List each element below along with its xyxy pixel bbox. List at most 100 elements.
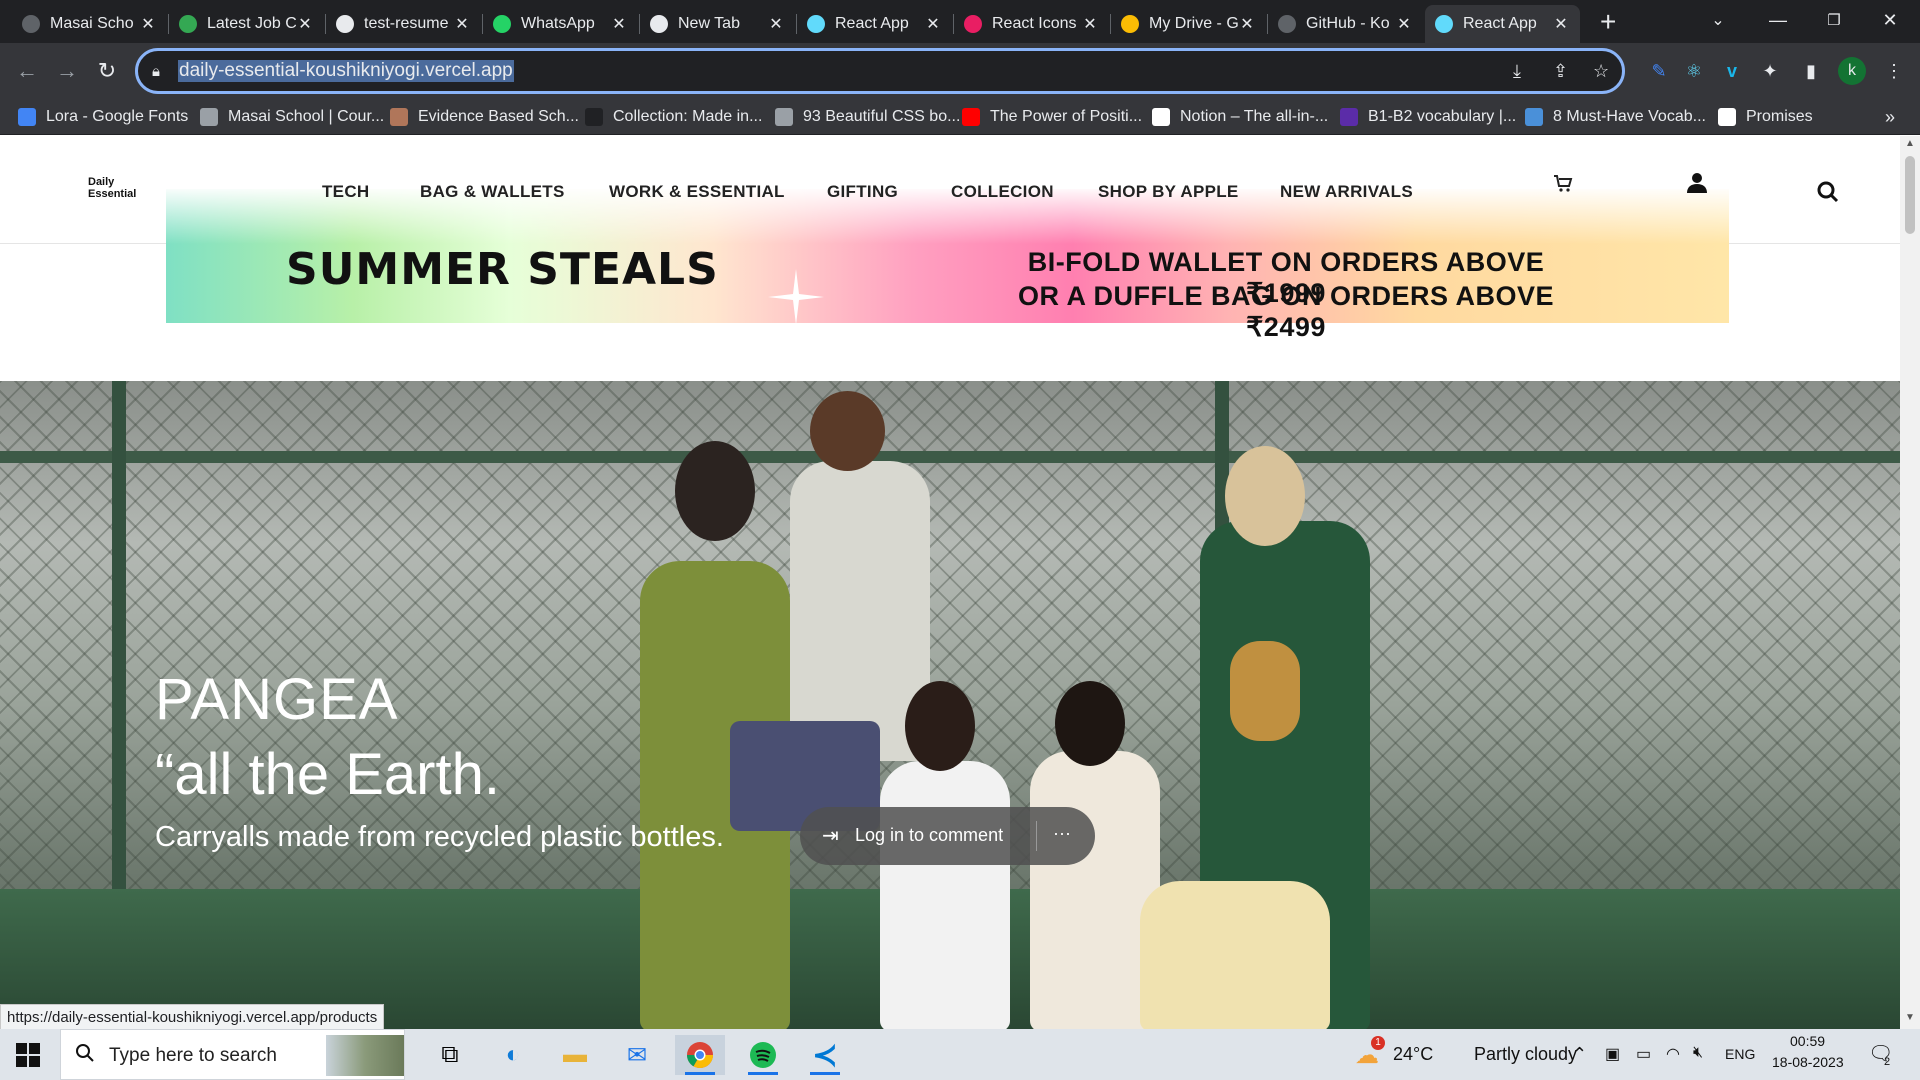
browser-tab[interactable]: React Icons ✕ [954, 5, 1109, 43]
tray-chevron-icon[interactable]: ⌃ [1572, 1044, 1587, 1065]
tray-device-icon[interactable]: ▣ [1605, 1044, 1620, 1064]
extension-pen-icon[interactable]: ✎ [1645, 57, 1673, 85]
hero-figure-head [810, 391, 885, 471]
bookmark-label: Collection: Made in... [613, 108, 763, 125]
tab-close-icon[interactable]: ✕ [1395, 14, 1413, 34]
volume-muted-icon[interactable]: 🔇︎ [1693, 1044, 1703, 1062]
tab-search-button[interactable]: ⌄ [1690, 0, 1746, 40]
browser-tab[interactable]: New Tab ✕ [640, 5, 795, 43]
bookmark-item[interactable]: The Power of Positi... [962, 105, 1142, 129]
browser-tab[interactable]: WhatsApp ✕ [483, 5, 638, 43]
nav-link[interactable]: BAG & WALLETS [420, 182, 565, 202]
taskbar-search-box[interactable]: Type here to search [60, 1029, 405, 1080]
nav-link[interactable]: WORK & ESSENTIAL [609, 182, 785, 202]
browser-tab[interactable]: Latest Job C ✕ [169, 5, 324, 43]
nav-link[interactable]: NEW ARRIVALS [1280, 182, 1413, 202]
spotify-icon[interactable] [738, 1035, 788, 1075]
wifi-icon[interactable]: ◠ [1666, 1044, 1680, 1064]
maximize-button[interactable]: ❐ [1806, 0, 1862, 40]
nav-link[interactable]: GIFTING [827, 182, 898, 202]
browser-tab[interactable]: Masai Scho ✕ [12, 5, 167, 43]
bookmark-item[interactable]: 93 Beautiful CSS bo... [775, 105, 960, 129]
bookmarks-overflow-button[interactable]: » [1885, 105, 1895, 129]
profile-avatar[interactable]: k [1838, 57, 1866, 85]
extensions-puzzle-icon[interactable]: ✦ [1756, 57, 1784, 85]
browser-tab[interactable]: My Drive - G ✕ [1111, 5, 1266, 43]
scroll-down-arrow[interactable]: ▼ [1905, 1012, 1915, 1023]
mail-icon[interactable]: ✉ [612, 1035, 662, 1075]
battery-icon[interactable]: ▭ [1636, 1044, 1651, 1064]
tab-close-icon[interactable]: ✕ [1238, 14, 1256, 34]
browser-tab[interactable]: test-resume ✕ [326, 5, 481, 43]
extension-react-icon[interactable]: ⚛ [1680, 57, 1708, 85]
scroll-up-arrow[interactable]: ▲ [1905, 138, 1915, 149]
url-text[interactable]: daily-essential-koushikniyogi.vercel.app [178, 60, 514, 82]
bookmark-item[interactable]: Evidence Based Sch... [390, 105, 579, 129]
hero-title: PANGEA [155, 667, 399, 732]
tab-close-icon[interactable]: ✕ [924, 14, 942, 34]
tab-label: React App [835, 15, 909, 32]
side-panel-icon[interactable]: ▮ [1797, 57, 1825, 85]
tab-close-icon[interactable]: ✕ [767, 14, 785, 34]
menu-kebab-icon[interactable]: ⋮ [1880, 57, 1908, 85]
tab-close-icon[interactable]: ✕ [1552, 14, 1570, 34]
address-bar[interactable]: 🔒︎ daily-essential-koushikniyogi.vercel.… [135, 48, 1625, 94]
browser-tab[interactable]: React App ✕ [797, 5, 952, 43]
bookmark-star-icon[interactable]: ☆ [1593, 61, 1609, 82]
promo-banner[interactable]: SUMMER STEALS BI-FOLD WALLET ON ORDERS A… [166, 189, 1729, 342]
tab-favicon-icon [493, 15, 511, 33]
hero-bag [1230, 641, 1300, 741]
bookmark-favicon-icon [775, 108, 793, 126]
more-options-button[interactable]: ··· [1053, 823, 1071, 844]
bookmark-favicon-icon [1152, 108, 1170, 126]
bookmark-item[interactable]: 8 Must-Have Vocab... [1525, 105, 1706, 129]
page-scrollbar[interactable]: ▲ ▼ [1900, 136, 1920, 1029]
scroll-thumb[interactable] [1905, 156, 1915, 234]
browser-tab[interactable]: GitHub - Ko ✕ [1268, 5, 1423, 43]
edge-icon[interactable]: ◐ [488, 1035, 538, 1075]
close-window-button[interactable]: ✕ [1862, 0, 1918, 40]
nav-link[interactable]: TECH [322, 182, 369, 202]
bookmark-item[interactable]: Lora - Google Fonts [18, 105, 188, 129]
nav-link[interactable]: SHOP BY APPLE [1098, 182, 1239, 202]
weather-temp[interactable]: 24°C [1393, 1044, 1433, 1065]
language-indicator[interactable]: ENG [1725, 1046, 1755, 1062]
bookmark-item[interactable]: Collection: Made in... [585, 105, 762, 129]
minimize-button[interactable]: — [1750, 0, 1806, 40]
share-icon[interactable]: ⇪ [1553, 61, 1568, 82]
bookmark-item[interactable]: Masai School | Cour... [200, 105, 384, 129]
weather-desc[interactable]: Partly cloudy [1474, 1044, 1577, 1065]
tab-close-icon[interactable]: ✕ [453, 14, 471, 34]
start-button[interactable] [16, 1043, 40, 1072]
tab-close-icon[interactable]: ✕ [1081, 14, 1099, 34]
tab-close-icon[interactable]: ✕ [296, 14, 314, 34]
tab-favicon-icon [22, 15, 40, 33]
file-explorer-icon[interactable]: ▬ [550, 1035, 600, 1075]
new-tab-button[interactable]: + [1600, 6, 1616, 38]
browser-tab[interactable]: React App ✕ [1425, 5, 1580, 43]
account-icon[interactable] [1686, 172, 1708, 199]
login-to-comment-button[interactable]: Log in to comment [855, 825, 1003, 846]
site-logo[interactable]: Daily Essential [88, 176, 158, 200]
extension-vimeo-icon[interactable]: v [1718, 57, 1746, 85]
clock-time[interactable]: 00:59 [1790, 1033, 1825, 1049]
chrome-icon[interactable] [675, 1035, 725, 1075]
clock-date[interactable]: 18-08-2023 [1772, 1054, 1844, 1070]
reload-button[interactable]: ↻ [89, 53, 125, 89]
cart-icon[interactable] [1553, 174, 1573, 200]
task-view-icon[interactable]: ⧉ [425, 1035, 475, 1075]
back-button[interactable]: ← [9, 53, 45, 89]
bookmark-item[interactable]: B1-B2 vocabulary |... [1340, 105, 1516, 129]
vscode-icon[interactable]: ≺ [800, 1035, 850, 1075]
bookmark-favicon-icon [200, 108, 218, 126]
tab-close-icon[interactable]: ✕ [139, 14, 157, 34]
bookmark-item[interactable]: Notion – The all-in-... [1152, 105, 1328, 129]
tab-label: New Tab [678, 15, 740, 32]
install-app-icon[interactable]: ⤓ [1513, 61, 1521, 82]
nav-link[interactable]: COLLECION [951, 182, 1054, 202]
bookmark-item[interactable]: Promises [1718, 105, 1813, 129]
search-icon[interactable] [1817, 181, 1839, 208]
tab-close-icon[interactable]: ✕ [610, 14, 628, 34]
bookmark-favicon-icon [390, 108, 408, 126]
forward-button[interactable]: → [49, 53, 85, 89]
